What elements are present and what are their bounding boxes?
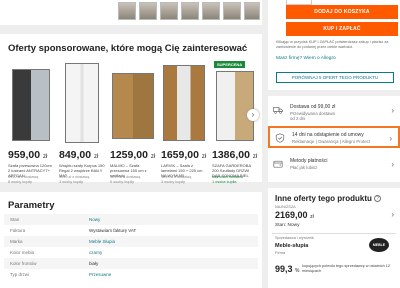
wallet-icon — [273, 160, 283, 168]
truck-icon — [273, 107, 283, 114]
offer-image[interactable]: SUPERCENA — [212, 59, 258, 147]
parameter-row: Stan Nowy — [4, 214, 258, 225]
offer-meta: darmowa dostawa 1 osoba kupiła — [212, 175, 243, 184]
parameter-key: Marka — [10, 239, 23, 244]
parameter-value[interactable]: Nowy — [89, 214, 100, 225]
sponsored-title: Oferty sponsorowane, które mogą Cię zain… — [8, 43, 248, 54]
thumbnail[interactable] — [139, 2, 157, 20]
offer-price: 1386,00 zł — [212, 149, 258, 161]
recommendation-percent: 99,3 % — [275, 264, 300, 274]
services-panel: Dostawa od 99,00 zł Przewidywana dostawa… — [268, 96, 400, 182]
other-offers-panel: Inne oferty tego produktu ? NAJNIŻSZA 21… — [268, 188, 400, 288]
parameter-key: Stan — [10, 217, 20, 222]
lowest-label: NAJNIŻSZA — [275, 205, 296, 209]
seller-name[interactable]: Meble-słupia — [275, 243, 308, 249]
offer-meta: 1699 zł z dostawą 3 osoby kupiły — [161, 175, 192, 184]
offer-image[interactable] — [8, 59, 54, 147]
thumbnail[interactable] — [118, 2, 136, 20]
payment-methods-row[interactable]: Metody płatności Płać jak lubisz › — [268, 154, 400, 176]
chevron-right-icon: › — [391, 160, 394, 169]
parameter-row: Typ drzwi Przesuwne — [4, 269, 258, 280]
sponsored-offers-section: Oferty sponsorowane, które mogą Cię zain… — [0, 34, 262, 184]
buy-now-button[interactable]: KUP I ZAPŁAĆ — [286, 22, 398, 36]
thumbnail[interactable] — [181, 2, 199, 20]
returns-title: 14 dni na odstąpienie od umowy — [292, 132, 364, 138]
wardrobe-image — [216, 71, 254, 141]
parameter-key: Typ drzwi — [10, 272, 30, 277]
returns-sub: Reklamacje | Gwarancja | Allegro Protect — [292, 139, 370, 144]
chevron-right-icon[interactable]: › — [391, 210, 394, 219]
carousel-next-icon[interactable]: › — [247, 109, 259, 121]
wardrobe-image — [163, 65, 205, 141]
offer-condition: Stan: Nowy — [275, 223, 300, 228]
parameters-title: Parametry — [8, 200, 55, 211]
recommendation-text: kupujących poleciło tego sprzedawcę w os… — [302, 264, 391, 273]
parameter-row: Faktura Wystawiam fakturę VAT — [4, 225, 258, 236]
sponsored-offer-card[interactable]: 1259,00 zł MALMO – Szafa przesuwna 150 c… — [110, 59, 158, 184]
lowest-price[interactable]: 2169,00 zł — [275, 210, 314, 220]
sponsored-offer-card[interactable]: 849,00 zł Wnęktu szafy Korpus 150 Regal … — [59, 59, 107, 184]
purchase-note: Klikając w przycisk KUP I ZAPŁAĆ potwier… — [276, 40, 389, 49]
offer-image[interactable] — [110, 59, 156, 147]
business-info-link[interactable]: Masz firmę? Wiem o Allegro — [276, 56, 336, 61]
offer-meta: 1299 zł z dostawą 5 osoby kupiły — [110, 175, 141, 184]
parameter-value[interactable]: Meble Słupia — [89, 236, 115, 247]
sponsored-offer-card[interactable]: 1659,00 zł LARVIK – Szafa z lamelami 150… — [161, 59, 209, 184]
seller-label: Sprzedawca / wyróżnik — [275, 236, 314, 240]
parameter-key: Kolor mebla — [10, 250, 35, 255]
offer-price: 849,00 zł — [59, 149, 99, 161]
parameter-key: Faktura — [10, 228, 26, 233]
offer-price: 959,00 zł — [8, 149, 48, 161]
wardrobe-image — [12, 69, 50, 141]
payment-title: Metody płatności — [290, 158, 328, 164]
parameter-row: Kolor frontów biały — [4, 258, 258, 269]
wardrobe-image — [65, 63, 99, 143]
delivery-title: Dostawa od 99,00 zł — [290, 104, 336, 110]
compare-offers-button[interactable]: PORÓWNAJ 5 OFERT TEGO PRODUKTU — [276, 72, 394, 83]
parameters-section: Parametry Stan Nowy Faktura Wystawiam fa… — [0, 192, 262, 288]
offer-meta: 1990 zł z dostawą 8 osoby kupiły — [8, 175, 39, 184]
thumbnail[interactable] — [223, 2, 241, 20]
add-to-cart-button[interactable]: DODAJ DO KOSZYKA — [286, 5, 398, 19]
offer-image[interactable] — [59, 59, 105, 147]
parameter-value[interactable]: Przesuwne — [89, 269, 111, 280]
delivery-sub: Przewidywana dostawa od 2 dni — [290, 111, 335, 121]
payment-sub: Płać jak lubisz — [290, 165, 318, 170]
parameter-row: Marka Meble Słupia — [4, 236, 258, 247]
chevron-right-icon: › — [389, 134, 392, 143]
help-icon[interactable]: ? — [374, 195, 382, 202]
seller-type: Firma — [275, 250, 286, 255]
thumbnail[interactable] — [160, 2, 178, 20]
parameter-row: Kolor mebla czarny — [4, 247, 258, 258]
offer-image[interactable] — [161, 59, 207, 147]
chevron-right-icon: › — [391, 106, 394, 115]
offer-meta: 1090 zł z dostawą 3 osoby kupiły — [59, 175, 90, 184]
image-thumbnail-strip — [0, 0, 262, 25]
returns-info-row[interactable]: 14 dni na odstąpienie od umowy Reklamacj… — [268, 126, 400, 148]
parameter-value: biały — [89, 261, 99, 266]
other-offers-title: Inne oferty tego produktu ? — [275, 194, 382, 203]
delivery-info-row[interactable]: Dostawa od 99,00 zł Przewidywana dostawa… — [268, 100, 400, 122]
shield-icon — [275, 133, 285, 143]
wardrobe-image — [112, 73, 154, 139]
supercena-badge: SUPERCENA — [214, 61, 246, 68]
offer-price: 1659,00 zł — [161, 149, 207, 161]
thumbnail[interactable] — [244, 2, 260, 20]
parameter-value[interactable]: czarny — [89, 247, 102, 258]
offer-price: 1259,00 zł — [110, 149, 156, 161]
buy-box: DODAJ DO KOSZYKA KUP I ZAPŁAĆ Klikając w… — [268, 0, 400, 90]
parameter-key: Kolor frontów — [10, 261, 37, 266]
thumbnail[interactable] — [202, 2, 220, 20]
sponsored-offer-card[interactable]: 959,00 zł Szafa przesuwna 120cm 2 lustra… — [8, 59, 56, 184]
divider — [272, 233, 396, 234]
seller-logo[interactable]: MEBLE SŁUPIA — [369, 238, 389, 261]
parameter-value: Wystawiam fakturę VAT — [89, 228, 137, 233]
